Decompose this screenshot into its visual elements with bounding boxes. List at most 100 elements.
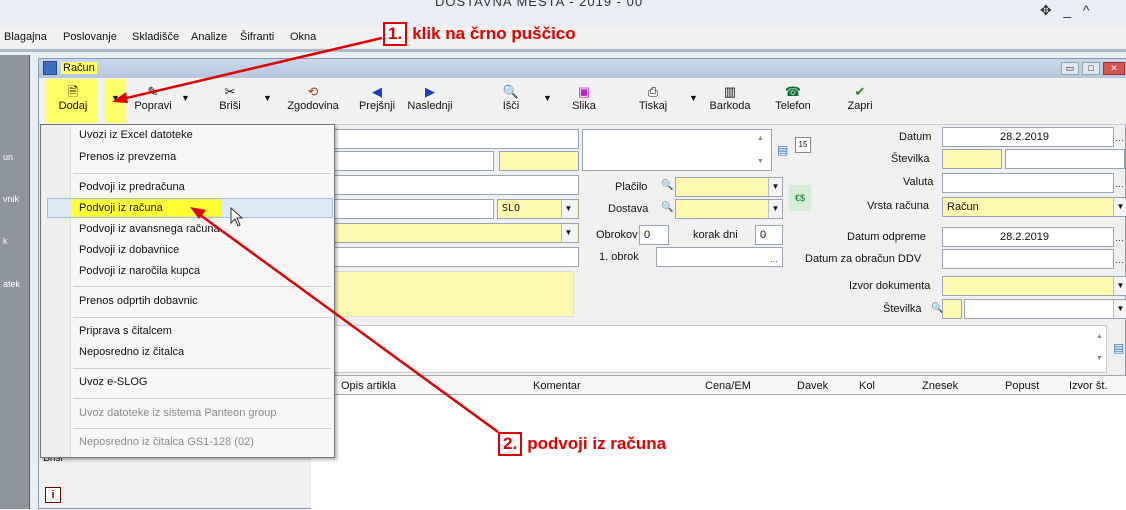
contact-field[interactable] (329, 223, 579, 243)
address-field[interactable] (329, 151, 494, 171)
maximize-icon[interactable]: □ (1082, 62, 1100, 75)
popravi-dropdown-arrow[interactable]: ▼ (181, 93, 190, 103)
brisi-dropdown-arrow[interactable]: ▼ (263, 93, 272, 103)
placilo-dropdown[interactable]: ▼ (768, 178, 782, 196)
col-popust[interactable]: Popust (1005, 380, 1039, 392)
comment-scroll-down[interactable]: ▼ (1096, 355, 1103, 362)
customer-field[interactable] (329, 129, 579, 149)
menu-item-excel[interactable]: Uvozi iz Excel datoteke (79, 129, 193, 141)
comment-notes-icon[interactable]: ▤ (1113, 341, 1124, 355)
calendar-icon[interactable]: 15 (795, 137, 811, 153)
stevilka-field[interactable] (1005, 149, 1125, 169)
valuta-field[interactable] (942, 173, 1114, 193)
placilo-field[interactable] (675, 177, 783, 197)
minimize-icon[interactable]: ▭ (1061, 62, 1079, 75)
menu-item-priprava-citalec[interactable]: Priprava s čitalcem (79, 325, 172, 337)
country-dropdown[interactable]: ▼ (561, 200, 575, 218)
vrsta-dropdown[interactable]: ▼ (1113, 198, 1126, 216)
slika-button[interactable]: ▣ Slika (569, 84, 599, 112)
prejsnji-button[interactable]: ◀ Prejšnji (357, 84, 397, 112)
menu-poslovanje[interactable]: Poslovanje (63, 31, 117, 43)
menu-item-eslog[interactable]: Uvoz e-SLOG (79, 376, 147, 388)
dostava-search-icon[interactable]: 🔍 (661, 202, 673, 213)
tiskaj-dropdown-arrow[interactable]: ▼ (689, 93, 698, 103)
datum-field[interactable]: 28.2.2019 (942, 127, 1114, 147)
info-icon[interactable]: i (45, 487, 61, 503)
menu-item-prevzem[interactable]: Prenos iz prevzema (79, 151, 176, 163)
korak-field[interactable]: 0 (755, 225, 783, 245)
obrok1-picker[interactable]: … (770, 255, 778, 264)
isci-button[interactable]: 🔍 Išči (499, 84, 523, 112)
post-field[interactable] (499, 151, 579, 171)
vrsta-field[interactable]: Račun (942, 197, 1125, 217)
izvor-field[interactable] (942, 276, 1125, 296)
memo-field[interactable] (582, 129, 772, 171)
brisi-button[interactable]: ✂ Briši (215, 84, 245, 112)
comment-scroll-up[interactable]: ▲ (1096, 333, 1103, 340)
obrokov-field[interactable]: 0 (639, 225, 669, 245)
dodaj-dropdown-arrow[interactable]: ▼ (111, 93, 120, 103)
menu-sifranti[interactable]: Šifranti (240, 31, 274, 43)
stevilka2-field[interactable] (964, 299, 1125, 319)
tiskaj-label: Tiskaj (638, 100, 668, 112)
col-izvor[interactable]: Izvor št. (1069, 380, 1108, 392)
telefon-button[interactable]: ☎ Telefon (773, 84, 813, 112)
menu-item-narocilo[interactable]: Podvoji iz naročila kupca (79, 265, 200, 277)
menu-item-avans[interactable]: Podvoji iz avansnega računa (79, 223, 220, 235)
dostava-field[interactable] (675, 199, 783, 219)
barkoda-button[interactable]: ▥ Barkoda (707, 84, 753, 112)
zapri-button[interactable]: ✔ Zapri (845, 84, 875, 112)
items-grid-body[interactable] (311, 395, 1126, 510)
datum-odpreme-field[interactable]: 28.2.2019 (942, 227, 1114, 247)
stevilka-prefix-field[interactable] (942, 149, 1002, 169)
menu-item-racun[interactable]: Podvoji iz računa (79, 202, 163, 214)
menu-analize[interactable]: Analize (191, 31, 227, 43)
isci-dropdown-arrow[interactable]: ▼ (543, 93, 552, 103)
col-davek[interactable]: Davek (797, 380, 828, 392)
izvor-dropdown[interactable]: ▼ (1113, 277, 1126, 295)
dodaj-button[interactable]: 🗎 Dodaj (53, 84, 93, 112)
menu-item-predracun[interactable]: Podvoji iz predračuna (79, 181, 185, 193)
left-nav-item[interactable]: atek (3, 279, 20, 289)
close-icon[interactable]: ✕ (1103, 62, 1125, 75)
menu-item-odprte-dobavnice[interactable]: Prenos odprtih dobavnic (79, 295, 198, 307)
datum-picker[interactable]: … (1115, 133, 1124, 143)
dostava-dropdown[interactable]: ▼ (768, 200, 782, 218)
datum-ddv-picker[interactable]: … (1115, 255, 1124, 265)
menu-blagajna[interactable]: Blagajna (4, 31, 47, 43)
menu-item-citalec[interactable]: Neposredno iz čitalca (79, 346, 184, 358)
remark-area[interactable] (329, 271, 574, 317)
stevilka2-label: Številka (883, 303, 922, 315)
street-field[interactable] (329, 199, 494, 219)
currency-icon[interactable]: €$ (789, 185, 811, 211)
note-field[interactable] (329, 247, 579, 267)
tiskaj-button[interactable]: ⎙ Tiskaj (635, 84, 671, 112)
menu-skladisce[interactable]: Skladišče (132, 31, 179, 43)
menu-okna[interactable]: Okna (290, 31, 316, 43)
left-nav-item[interactable]: k (3, 236, 8, 246)
memo-scroll-down[interactable]: ▼ (757, 158, 764, 165)
datum-odpreme-picker[interactable]: … (1115, 233, 1124, 243)
city-field[interactable] (329, 175, 579, 195)
obrok1-field[interactable] (656, 247, 783, 267)
zgodovina-button[interactable]: ⟲ Zgodovina (283, 84, 343, 112)
notes-icon[interactable]: ▤ (777, 143, 788, 157)
stevilka2-prefix-field[interactable] (942, 299, 962, 319)
valuta-picker[interactable]: … (1115, 179, 1124, 189)
memo-scroll-up[interactable]: ▲ (757, 135, 764, 142)
left-nav-item[interactable]: un (3, 152, 13, 162)
left-nav-item[interactable]: vnik (3, 194, 19, 204)
document-comment-area[interactable] (311, 325, 1107, 373)
col-cena[interactable]: Cena/EM (705, 380, 751, 392)
placilo-search-icon[interactable]: 🔍 (661, 180, 673, 191)
col-opis[interactable]: Opis artikla (341, 380, 396, 392)
col-komentar[interactable]: Komentar (533, 380, 581, 392)
col-znesek[interactable]: Znesek (922, 380, 958, 392)
naslednji-button[interactable]: ▶ Naslednji (403, 84, 457, 112)
datum-ddv-field[interactable] (942, 249, 1114, 269)
contact-dropdown[interactable]: ▼ (561, 224, 575, 242)
menu-item-dobavnica[interactable]: Podvoji iz dobavnice (79, 244, 179, 256)
popravi-button[interactable]: ✎ Popravi (129, 84, 177, 112)
stevilka2-dropdown[interactable]: ▼ (1113, 300, 1126, 318)
col-kol[interactable]: Kol (859, 380, 875, 392)
